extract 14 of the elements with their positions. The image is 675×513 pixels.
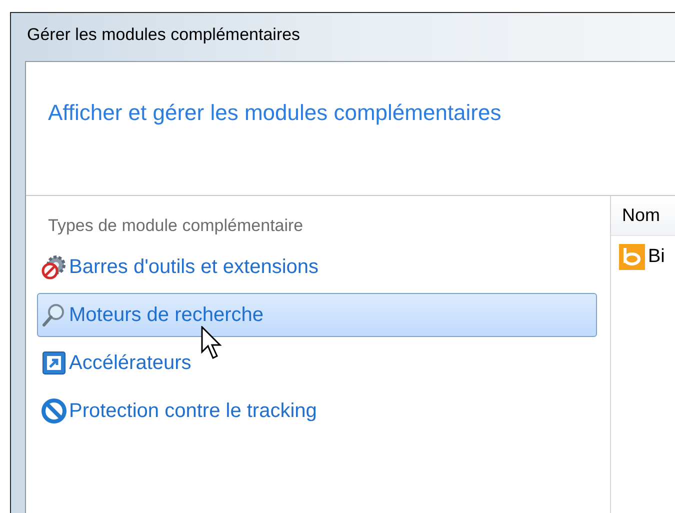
sidebar-item[interactable]: Moteurs de recherche	[37, 293, 597, 337]
sidebar-item[interactable]: Barres d'outils et extensions	[37, 245, 597, 289]
page-heading: Afficher et gérer les modules complémentaires	[48, 99, 502, 127]
addon-name: Bi	[648, 244, 665, 269]
arrow-box-icon	[41, 350, 67, 376]
magnifier-icon	[41, 302, 67, 328]
window-title: Gérer les modules complémentaires	[26, 24, 302, 46]
bing-logo-icon	[619, 244, 645, 270]
gear-icon	[41, 254, 67, 280]
prohibited-icon	[41, 398, 67, 424]
sidebar-item[interactable]: Protection contre le tracking	[37, 389, 597, 433]
cursor-icon	[201, 326, 223, 360]
sidebar-item[interactable]: Accélérateurs	[37, 341, 597, 385]
sidebar-title: Types de module complémentaire	[47, 215, 304, 237]
